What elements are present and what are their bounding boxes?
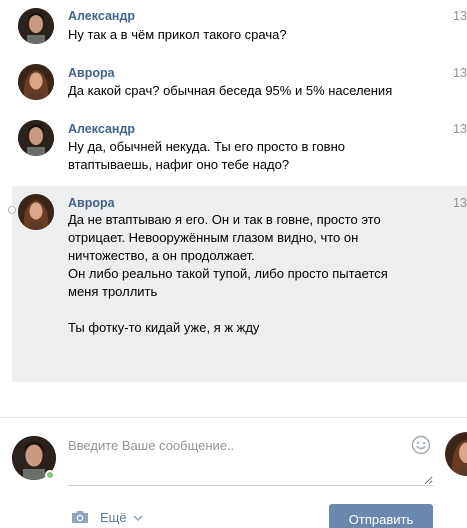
more-attachments-link[interactable]: Ещё	[100, 510, 143, 525]
message-input[interactable]	[68, 432, 433, 486]
message-item[interactable]: Александр 13 Ну так а в чём прикол таког…	[12, 0, 467, 56]
send-button[interactable]: Отправить	[329, 504, 433, 528]
message-item[interactable]: Аврора 13 Да какой срач? обычная беседа …	[12, 58, 467, 112]
composer-divider	[0, 417, 467, 418]
avatar-avrora[interactable]	[18, 64, 54, 100]
message-author[interactable]: Аврора	[68, 196, 115, 210]
avatar-avrora-composer[interactable]	[445, 432, 467, 476]
message-text: Ну так а в чём прикол такого срача?	[68, 27, 287, 42]
chevron-down-icon[interactable]	[133, 514, 143, 521]
message-time: 13	[453, 9, 467, 23]
avatar-avrora[interactable]	[18, 194, 54, 230]
more-label[interactable]: Ещё	[100, 510, 127, 525]
message-text: Да не втаптываю я его. Он и так в говне,…	[68, 212, 388, 335]
message-text: Ну да, обычней некуда. Ты его просто в г…	[68, 139, 345, 172]
message-author[interactable]: Аврора	[68, 66, 115, 80]
message-item[interactable]: Александр 13 Ну да, обычней некуда. Ты е…	[12, 114, 467, 184]
message-author[interactable]: Александр	[68, 9, 135, 23]
message-author[interactable]: Александр	[68, 122, 135, 136]
message-time: 13	[453, 196, 467, 210]
message-item-selected[interactable]: Аврора 13 Да не втаптываю я его. Он и та…	[8, 186, 467, 382]
avatar-aleksandr[interactable]	[18, 8, 54, 44]
smile-icon[interactable]	[411, 435, 431, 455]
message-text: Да какой срач? обычная беседа 95% и 5% н…	[68, 83, 393, 98]
online-indicator	[45, 470, 55, 480]
select-marker-icon[interactable]	[8, 206, 16, 214]
avatar-aleksandr[interactable]	[18, 120, 54, 156]
message-time: 13	[453, 66, 467, 80]
message-time: 13	[453, 122, 467, 136]
camera-icon[interactable]	[70, 509, 90, 525]
composer-avatar[interactable]	[12, 436, 56, 480]
